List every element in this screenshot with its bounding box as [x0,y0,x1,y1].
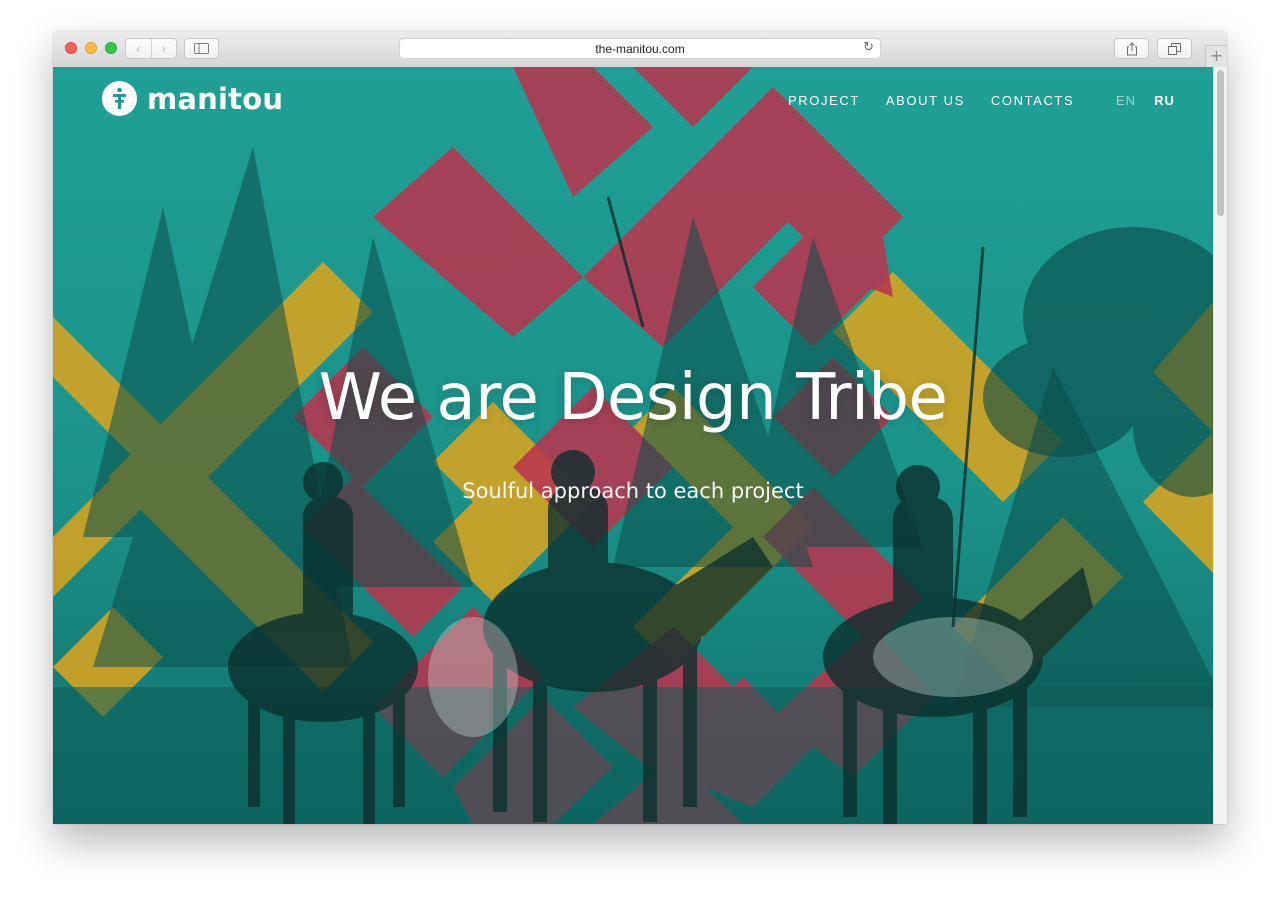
share-button[interactable] [1114,38,1149,59]
lang-ru[interactable]: RU [1154,93,1175,108]
sidebar-icon [194,43,209,54]
browser-window: ‹ › the-manitou.com ↻ + manitou PROJECT … [53,31,1227,824]
nav-project[interactable]: PROJECT [788,93,860,108]
url-text: the-manitou.com [595,41,685,56]
minimize-window-button[interactable] [85,42,97,54]
reload-icon[interactable]: ↻ [863,40,874,55]
nav-about-us[interactable]: ABOUT US [886,93,965,108]
nav-contacts[interactable]: CONTACTS [991,93,1074,108]
address-bar[interactable]: the-manitou.com ↻ [399,38,881,59]
share-icon [1126,41,1137,55]
tabs-icon [1168,42,1181,55]
sidebar-button[interactable] [184,38,219,59]
lang-en[interactable]: EN [1116,93,1136,108]
plus-icon[interactable]: + [1205,45,1227,67]
chevron-left-icon[interactable]: ‹ [126,42,151,56]
history-nav: ‹ › [125,38,177,59]
language-switcher: EN RU [1116,93,1193,108]
site-logo[interactable]: manitou [102,81,283,116]
main-nav: PROJECT ABOUT US CONTACTS [788,93,1100,108]
hero-subtitle: Soulful approach to each project [462,479,804,503]
close-window-button[interactable] [65,42,77,54]
logo-text: manitou [147,81,284,116]
page-viewport: manitou PROJECT ABOUT US CONTACTS EN RU … [53,67,1227,824]
chevron-right-icon[interactable]: › [152,42,177,56]
hero-title: We are Design Tribe [318,361,948,435]
browser-toolbar: ‹ › the-manitou.com ↻ + [53,31,1227,68]
scrollbar-thumb[interactable] [1217,70,1224,216]
hero-background [53,67,1227,824]
zoom-window-button[interactable] [105,42,117,54]
page-scrollbar[interactable] [1213,67,1227,824]
tab-overview-button[interactable] [1157,38,1192,59]
manitou-logo-icon [102,81,137,116]
